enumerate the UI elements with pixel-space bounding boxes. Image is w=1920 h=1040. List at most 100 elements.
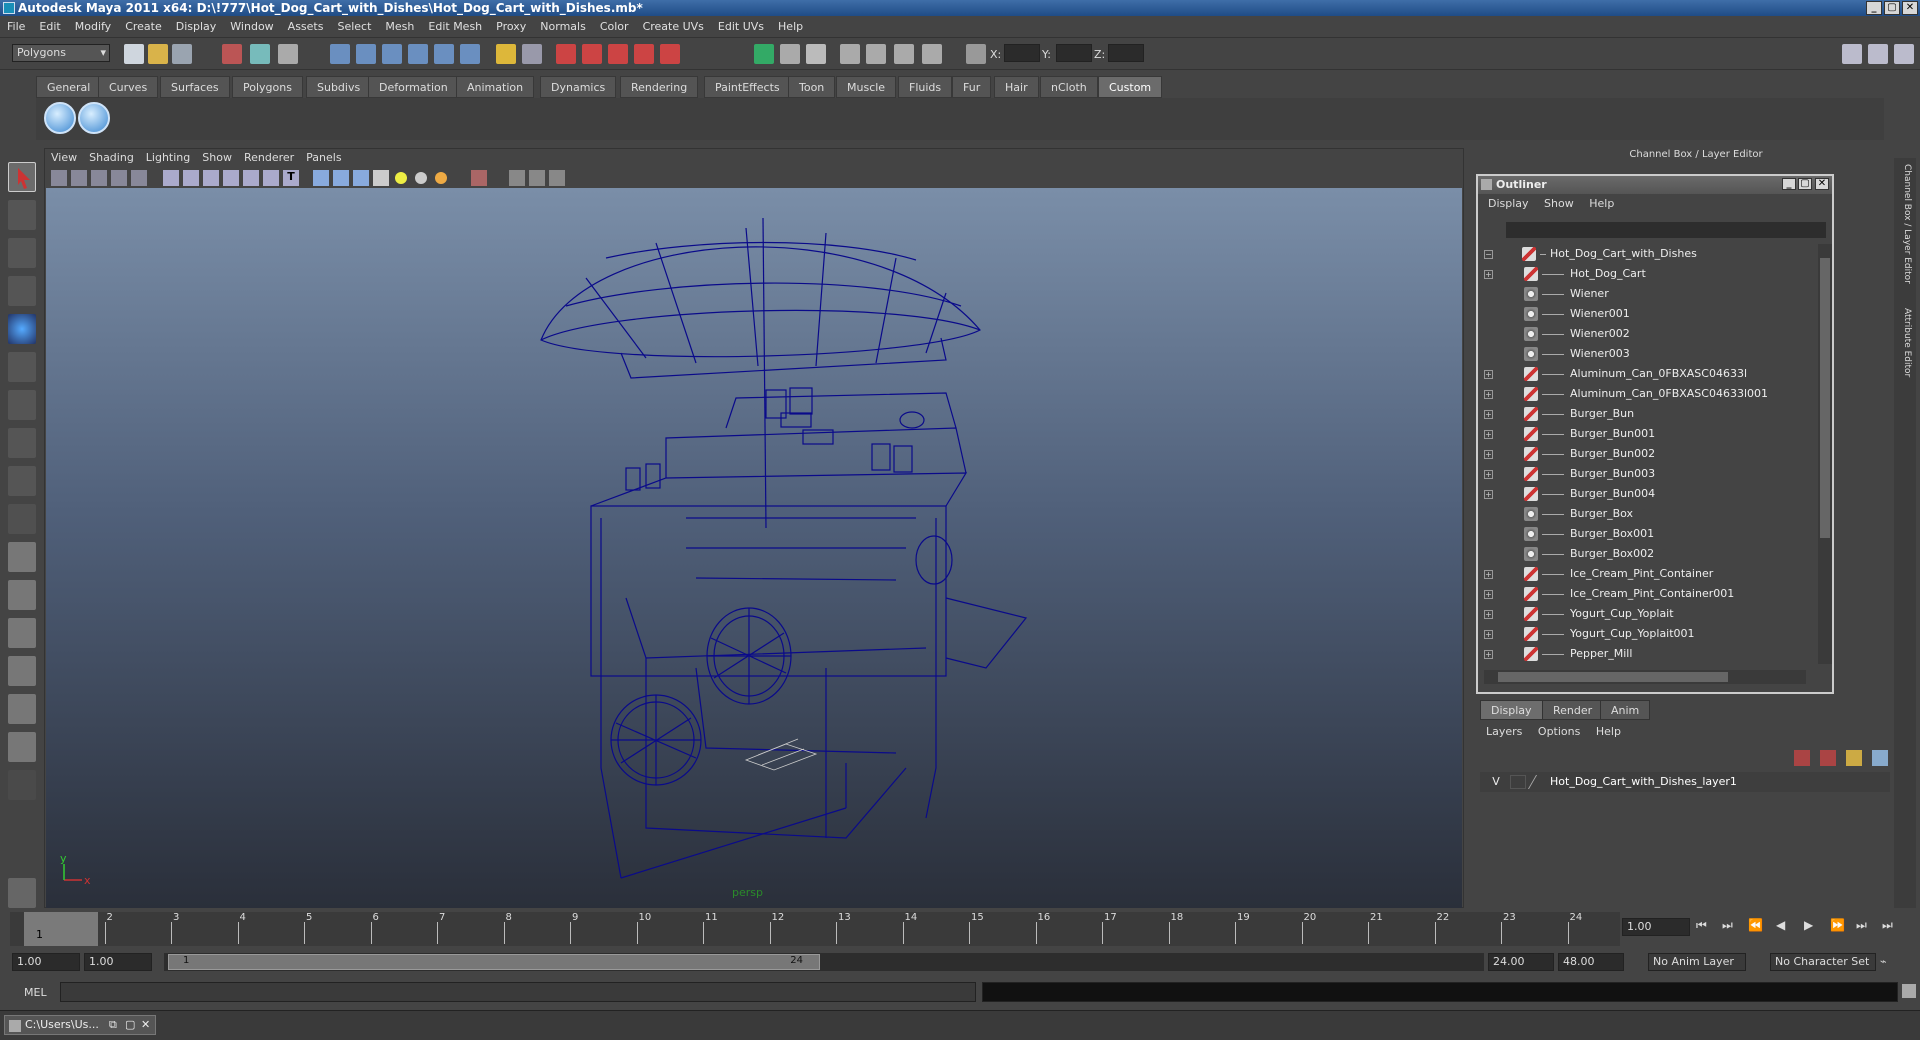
menu-window[interactable]: Window xyxy=(223,16,280,38)
menu-edit-mesh[interactable]: Edit Mesh xyxy=(421,16,489,38)
outliner-item[interactable]: Wiener001 xyxy=(1478,304,1810,324)
playback-end-field[interactable]: 24.00 xyxy=(1488,953,1554,971)
outliner-vertical-scrollbar[interactable] xyxy=(1818,244,1832,664)
channel-toggle-icon[interactable] xyxy=(922,44,942,64)
outliner-item[interactable]: + Burger_Bun004 xyxy=(1478,484,1810,504)
smooth-shade-icon[interactable] xyxy=(183,170,199,186)
animation-end-field[interactable]: 48.00 xyxy=(1558,953,1624,971)
expand-toggle-icon[interactable]: + xyxy=(1484,370,1493,379)
construction-history-icon[interactable] xyxy=(522,44,542,64)
menu-color[interactable]: Color xyxy=(593,16,636,38)
current-time-field[interactable]: 1.00 xyxy=(1622,918,1690,936)
layout-options-icon[interactable] xyxy=(8,770,36,800)
outliner-menu-help[interactable]: Help xyxy=(1583,197,1620,210)
expand-toggle-icon[interactable]: + xyxy=(1484,430,1493,439)
outliner-item[interactable]: Wiener003 xyxy=(1478,344,1810,364)
all-lights-icon[interactable] xyxy=(415,172,427,184)
outliner-item[interactable]: + Yogurt_Cup_Yoplait001 xyxy=(1478,624,1810,644)
viewport-menu-lighting[interactable]: Lighting xyxy=(140,149,196,167)
outliner-close-button[interactable]: ✕ xyxy=(1815,178,1829,190)
outliner-toggle-icon[interactable] xyxy=(866,44,886,64)
xray-icon[interactable] xyxy=(333,170,349,186)
outliner-filter-field[interactable] xyxy=(1506,222,1826,238)
maximize-icon[interactable]: ▢ xyxy=(125,1018,135,1031)
shelf-tab-painteffects[interactable]: PaintEffects xyxy=(704,76,791,98)
checker-icon[interactable] xyxy=(373,170,389,186)
menu-file[interactable]: File xyxy=(0,16,32,38)
soft-modification-icon[interactable] xyxy=(8,428,36,458)
layer-options-icon[interactable] xyxy=(1846,750,1862,766)
layer-color-swatch[interactable] xyxy=(1527,775,1547,789)
close-icon[interactable]: ✕ xyxy=(141,1018,150,1031)
layer-menu-options[interactable]: Options xyxy=(1532,725,1586,738)
menu-create[interactable]: Create xyxy=(118,16,169,38)
scale-tool-icon[interactable] xyxy=(8,352,36,382)
snap-surface-icon[interactable] xyxy=(434,44,454,64)
outliner-item[interactable]: Wiener002 xyxy=(1478,324,1810,344)
outliner-item[interactable]: + Pepper_Mill xyxy=(1478,644,1810,664)
last-tool-icon[interactable] xyxy=(8,504,36,534)
camera-select-icon[interactable] xyxy=(51,170,67,186)
shelf-tab-surfaces[interactable]: Surfaces xyxy=(160,76,230,98)
animation-start-field[interactable]: 1.00 xyxy=(12,953,80,971)
resolution-gate-icon[interactable] xyxy=(509,170,525,186)
render-current-frame-icon[interactable] xyxy=(556,44,576,64)
menu-mesh[interactable]: Mesh xyxy=(378,16,421,38)
outliner-minimize-button[interactable]: _ xyxy=(1782,178,1796,190)
isolate-select-icon[interactable] xyxy=(313,170,329,186)
menu-assets[interactable]: Assets xyxy=(281,16,331,38)
bookmark-icon[interactable] xyxy=(91,170,107,186)
film-gate-icon[interactable] xyxy=(549,170,565,186)
menu-modify[interactable]: Modify xyxy=(68,16,118,38)
shelf-tab-curves[interactable]: Curves xyxy=(98,76,159,98)
menu-set-dropdown[interactable]: Polygons ▾ xyxy=(12,44,110,62)
layer-sort-icon[interactable] xyxy=(1872,750,1888,766)
script-editor-icon[interactable] xyxy=(8,878,36,908)
attribute-editor-toggle-icon[interactable] xyxy=(1842,44,1862,64)
textured-icon[interactable] xyxy=(223,170,239,186)
move-tool-icon[interactable] xyxy=(8,276,36,306)
panel-layout-icon[interactable] xyxy=(840,44,860,64)
outliner-horizontal-scrollbar[interactable] xyxy=(1484,670,1806,684)
outliner-item[interactable]: + Aluminum_Can_0FBXASC04633l xyxy=(1478,364,1810,384)
absolute-transform-icon[interactable] xyxy=(966,44,986,64)
menu-display[interactable]: Display xyxy=(169,16,224,38)
universal-manipulator-icon[interactable] xyxy=(8,390,36,420)
outliner-item[interactable]: + Ice_Cream_Pint_Container001 xyxy=(1478,584,1810,604)
expand-toggle-icon[interactable]: + xyxy=(1484,450,1493,459)
mel-command-input[interactable] xyxy=(60,982,976,1002)
graph-editor-toggle-icon[interactable] xyxy=(894,44,914,64)
menu-edit-uvs[interactable]: Edit UVs xyxy=(711,16,771,38)
shelf-tab-fur[interactable]: Fur xyxy=(952,76,992,98)
expand-toggle-icon[interactable]: + xyxy=(1484,630,1493,639)
maximize-button[interactable]: ▢ xyxy=(1884,1,1900,15)
go-to-end-icon[interactable]: ⏭ xyxy=(1882,918,1893,933)
tool-settings-toggle-icon[interactable] xyxy=(1868,44,1888,64)
shelf-tab-muscle[interactable]: Muscle xyxy=(836,76,897,98)
outliner-item[interactable]: + Hot_Dog_Cart xyxy=(1478,264,1810,284)
snap-curve-icon[interactable] xyxy=(356,44,376,64)
expand-toggle-icon[interactable]: + xyxy=(1484,570,1493,579)
expand-toggle-icon[interactable]: + xyxy=(1484,270,1493,279)
y-field[interactable] xyxy=(1056,44,1092,62)
step-forward-key-icon[interactable]: ⏭ xyxy=(1856,918,1867,933)
select-camera-icon[interactable] xyxy=(471,170,487,186)
side-tab-attribute-editor[interactable]: Attribute Editor xyxy=(1898,308,1912,398)
viewport-menu-show[interactable]: Show xyxy=(196,149,238,167)
minimized-window-item[interactable]: C:\Users\Us... ⧉ ▢ ✕ xyxy=(4,1015,156,1035)
outliner-hscroll-thumb[interactable] xyxy=(1498,672,1728,682)
outliner-item[interactable]: + Burger_Bun xyxy=(1478,404,1810,424)
outliner-menu-show[interactable]: Show xyxy=(1538,197,1580,210)
range-slider-handle[interactable]: 1 24 xyxy=(168,954,820,970)
step-forward-frame-icon[interactable]: ⏩ xyxy=(1830,918,1845,932)
close-button[interactable]: ✕ xyxy=(1902,1,1918,15)
outliner-item[interactable]: + Ice_Cream_Pint_Container xyxy=(1478,564,1810,584)
layer-type-toggle[interactable] xyxy=(1510,775,1526,789)
layer-tab-render[interactable]: Render xyxy=(1542,700,1604,720)
input-line-icon[interactable] xyxy=(754,44,774,64)
go-to-start-icon[interactable]: ⏮ xyxy=(1696,918,1707,933)
hud-text-icon[interactable]: T xyxy=(283,170,299,186)
snap-grid-icon[interactable] xyxy=(330,44,350,64)
quick-rename-icon[interactable] xyxy=(780,44,800,64)
gate-mask-icon[interactable] xyxy=(529,170,545,186)
